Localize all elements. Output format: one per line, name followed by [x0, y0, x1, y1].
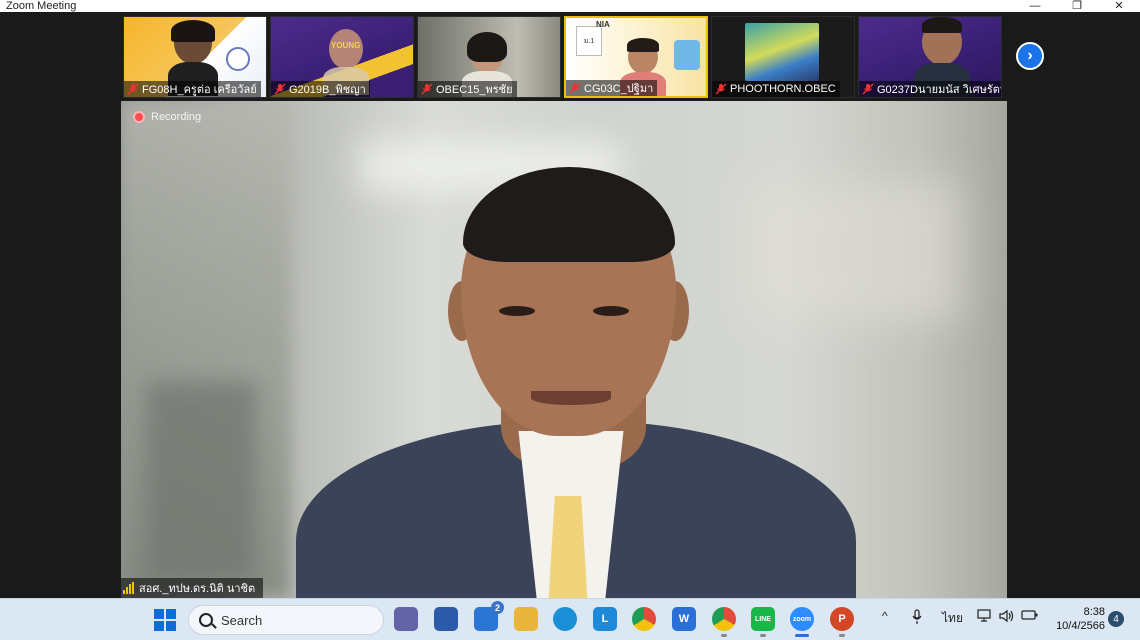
battery-icon[interactable] — [1021, 609, 1039, 624]
participant-name-label: PHOOTHORN.OBEC — [712, 81, 840, 97]
microphone-icon[interactable] — [912, 609, 922, 625]
zoom-icon[interactable]: zoom — [790, 607, 814, 637]
muted-mic-icon — [569, 82, 581, 94]
edge-icon[interactable] — [553, 607, 577, 631]
recording-label: Recording — [151, 111, 202, 123]
window-title: Zoom Meeting — [6, 0, 77, 12]
participant-tile-active[interactable]: ม.1 NIA CG03C_ปฐิมา — [564, 16, 708, 98]
l-app-icon[interactable]: L — [593, 607, 617, 631]
powerpoint-icon[interactable]: P — [830, 607, 854, 637]
window-title-bar: Zoom Meeting — ❐ ✕ — [0, 0, 1140, 12]
chrome-icon[interactable] — [632, 607, 656, 631]
recording-icon — [133, 111, 145, 123]
line-icon[interactable]: LINE — [751, 607, 775, 637]
participant-name-label: FG08H_ครูต่อ เครือวัลย์ — [124, 81, 261, 97]
participant-tile[interactable]: YOUNG G2019B_พิชญา — [270, 16, 414, 98]
next-page-button[interactable]: › — [1016, 42, 1044, 70]
chrome-profile-icon[interactable] — [712, 607, 736, 637]
muted-mic-icon — [862, 83, 874, 95]
muted-mic-icon — [274, 83, 286, 95]
close-button[interactable]: ✕ — [1098, 0, 1140, 12]
brand-text: NIA — [596, 20, 610, 29]
file-explorer-icon[interactable] — [514, 607, 538, 631]
participant-tile[interactable]: PHOOTHORN.OBEC — [711, 16, 855, 98]
participant-name-label: OBEC15_พรชัย — [418, 81, 517, 97]
participant-name-label: G2019B_พิชญา — [271, 81, 370, 97]
signal-strength-icon — [123, 582, 134, 594]
muted-mic-icon — [421, 83, 433, 95]
meeting-area: FG08H_ครูต่อ เครือวัลย์ YOUNG G2019B_พิช… — [0, 12, 1140, 598]
start-button[interactable] — [154, 609, 176, 631]
clock-time: 8:38 — [1083, 606, 1105, 618]
w-app-icon[interactable]: W — [672, 607, 696, 631]
speaker-name: สอศ._ทปษ.ดร.นิติ นาชิต — [139, 583, 256, 595]
network-icon[interactable] — [977, 609, 993, 626]
muted-mic-icon — [715, 83, 727, 95]
speaker-name-tag: สอศ._ทปษ.ดร.นิติ นาชิต — [121, 578, 264, 598]
participant-strip: FG08H_ครูต่อ เครือวัลย์ YOUNG G2019B_พิช… — [123, 16, 1002, 98]
taskbar-clock[interactable]: 8:38 10/4/2566 — [1050, 605, 1105, 633]
mail-icon[interactable]: 2 — [474, 601, 504, 631]
notification-badge[interactable]: 4 — [1108, 611, 1124, 627]
clock-date: 10/4/2566 — [1056, 620, 1105, 632]
volume-icon[interactable] — [999, 609, 1015, 626]
participant-name-label: CG03C_ปฐิมา — [566, 80, 658, 96]
mail-badge: 2 — [491, 601, 504, 614]
restore-button[interactable]: ❐ — [1056, 0, 1098, 12]
store-icon[interactable] — [434, 607, 458, 631]
teams-icon[interactable] — [394, 607, 418, 631]
participant-name-label: G0237Dนายมนัส วิเศษรัตน์ — [859, 81, 1001, 97]
taskbar-search[interactable]: Search — [188, 605, 384, 635]
recording-indicator[interactable]: Recording — [133, 111, 201, 123]
search-icon — [199, 613, 213, 627]
show-hidden-icons-chevron[interactable]: ^ — [882, 609, 888, 623]
banner-text: YOUNG — [331, 41, 361, 50]
slide-card: ม.1 — [576, 26, 602, 56]
participant-tile[interactable]: FG08H_ครูต่อ เครือวัลย์ — [123, 16, 267, 98]
active-speaker-video[interactable]: Recording สอศ._ทปษ.ดร.นิติ นาชิต — [121, 101, 1007, 598]
participant-tile[interactable]: G0237Dนายมนัส วิเศษรัตน์ — [858, 16, 1002, 98]
muted-mic-icon — [127, 83, 139, 95]
minimize-button[interactable]: — — [1014, 0, 1056, 12]
participant-tile[interactable]: OBEC15_พรชัย — [417, 16, 561, 98]
search-label: Search — [221, 612, 263, 628]
input-language[interactable]: ไทย — [942, 609, 963, 628]
profile-picture — [745, 23, 819, 81]
windows-taskbar: Search 2 L W LINE zoom P ^ ไทย 8:38 10/4 — [0, 598, 1140, 640]
chevron-right-icon: › — [1027, 47, 1033, 64]
